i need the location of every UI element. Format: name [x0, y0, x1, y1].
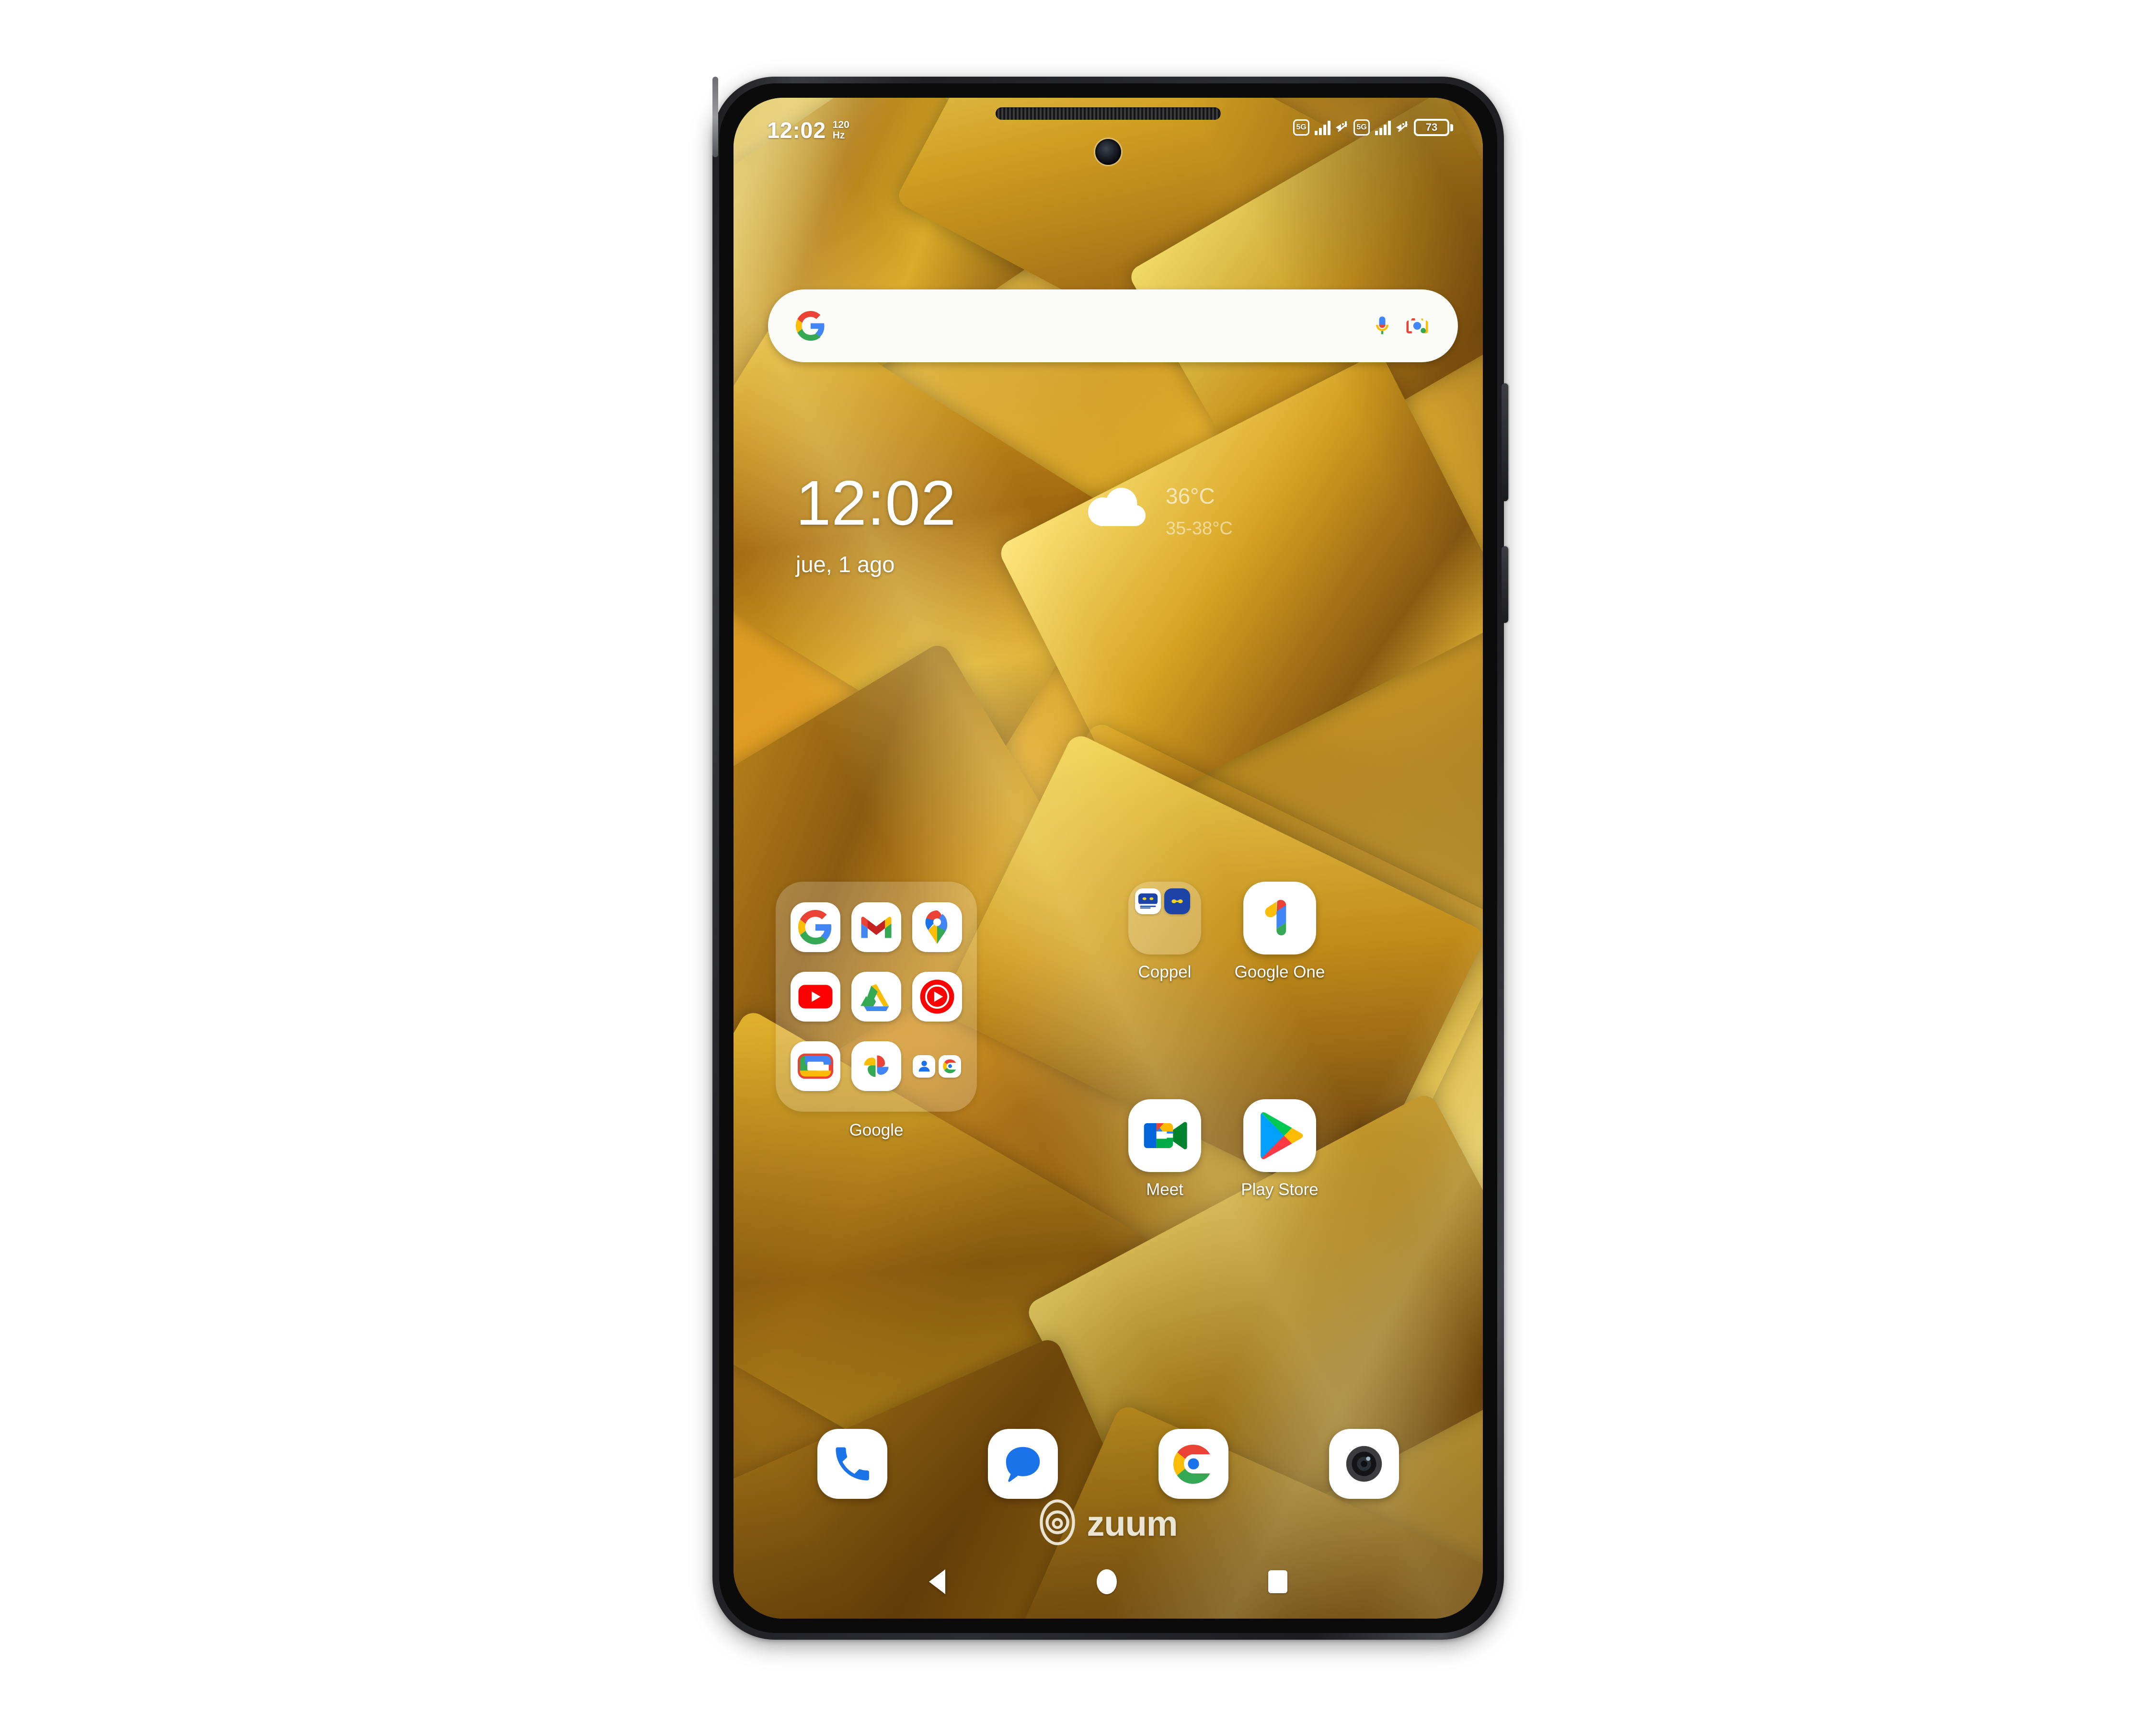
google-search-widget[interactable]: [768, 289, 1458, 362]
status-bar-right: 5G 5G 73: [1293, 119, 1453, 136]
navigation-bar: [734, 1555, 1483, 1608]
folder-overflow-row: [913, 1055, 962, 1078]
folder-coppel-label: Coppel: [1138, 963, 1192, 981]
search-input[interactable]: [835, 289, 1360, 362]
sim-5g-icon: 5G: [1293, 119, 1309, 136]
refresh-rate-unit: Hz: [832, 130, 845, 141]
google-one-icon[interactable]: [1243, 882, 1316, 954]
battery-icon: 73: [1414, 119, 1453, 136]
folder-app-gmail[interactable]: [851, 902, 901, 952]
google-g-icon: [796, 311, 826, 341]
phone-screen: 12:02 120 Hz 5G 5G 73 12:02 jue, 1 ago 3…: [734, 98, 1483, 1619]
refresh-rate-indicator: 120 Hz: [833, 119, 849, 141]
dock: [767, 1429, 1449, 1499]
app-google-one[interactable]: Google One: [1213, 882, 1347, 982]
weather-temps: 36°C 35-38°C: [1166, 478, 1233, 538]
folder-app-youtube[interactable]: [791, 971, 841, 1022]
clock-date: jue, 1 ago: [796, 552, 895, 577]
phone-device: 12:02 120 Hz 5G 5G 73 12:02 jue, 1 ago 3…: [712, 77, 1508, 1640]
app-label-google-one: Google One: [1234, 963, 1325, 981]
play-store-icon[interactable]: [1243, 1099, 1316, 1172]
app-label-meet: Meet: [1146, 1180, 1183, 1199]
clock-block[interactable]: 12:02 jue, 1 ago: [796, 472, 1083, 577]
refresh-rate-value: 120: [832, 119, 849, 130]
clock-weather-widget[interactable]: 12:02 jue, 1 ago 36°C 35-38°C: [796, 472, 1399, 596]
folder-app-coppel[interactable]: [1135, 888, 1161, 914]
power-button[interactable]: [1502, 546, 1508, 623]
camera-icon[interactable]: [1329, 1429, 1399, 1499]
sim2-label: 5G: [1356, 123, 1367, 131]
status-bar-left: 12:02 120 Hz: [767, 119, 849, 141]
folder-app-drive[interactable]: [851, 971, 901, 1022]
volume-rocker-button[interactable]: [1502, 383, 1508, 501]
folder-coppel[interactable]: [1128, 882, 1201, 954]
battery-percent: 73: [1425, 121, 1438, 133]
zuum-eye-logo-icon: [1039, 1499, 1076, 1548]
mute-icon-2: [1396, 120, 1409, 135]
recents-button[interactable]: [1268, 1570, 1287, 1593]
phone-bezel: 12:02 120 Hz 5G 5G 73 12:02 jue, 1 ago 3…: [719, 83, 1497, 1633]
brand-bar: zuum: [734, 1499, 1483, 1548]
google-meet-icon[interactable]: [1128, 1099, 1201, 1172]
home-button[interactable]: [1097, 1569, 1117, 1594]
cloud-icon: [1083, 478, 1155, 531]
app-label-play-store: Play Store: [1241, 1180, 1319, 1199]
clock-time: 12:02: [796, 468, 957, 538]
folder-app-maps[interactable]: [912, 902, 962, 952]
folder-app-youtube-music[interactable]: [912, 971, 962, 1022]
weather-temperature: 36°C: [1166, 483, 1215, 508]
weather-block[interactable]: 36°C 35-38°C: [1083, 472, 1233, 538]
folder-app-photos[interactable]: [851, 1041, 901, 1092]
front-camera: [1095, 139, 1121, 165]
folder-app-chrome[interactable]: [939, 1055, 962, 1078]
app-meet[interactable]: Meet: [1098, 1099, 1232, 1199]
folder-google-label: Google: [849, 1121, 904, 1139]
signal-bars-icon-2: [1375, 120, 1391, 135]
folder-app-google-tv[interactable]: [791, 1041, 841, 1092]
phone-icon[interactable]: [817, 1429, 887, 1499]
microphone-icon[interactable]: [1370, 313, 1395, 338]
sim1-label: 5G: [1296, 123, 1307, 131]
brand-name: zuum: [1087, 1504, 1178, 1543]
folder-google[interactable]: [776, 882, 977, 1112]
sim-tray[interactable]: [712, 77, 718, 157]
status-bar-clock: 12:02: [767, 117, 826, 143]
earpiece-speaker: [996, 107, 1221, 120]
folder-app-bancoppel[interactable]: [1164, 888, 1190, 914]
folder-google-preview-grid: [776, 882, 977, 1112]
app-play-store[interactable]: Play Store: [1213, 1099, 1347, 1199]
weather-temperature-range: 35-38°C: [1166, 518, 1233, 539]
messages-icon[interactable]: [988, 1429, 1058, 1499]
sim-5g-icon-2: 5G: [1353, 119, 1370, 136]
folder-app-contacts[interactable]: [913, 1055, 936, 1078]
mute-icon: [1336, 120, 1348, 135]
signal-bars-icon: [1315, 120, 1330, 135]
back-button[interactable]: [929, 1569, 945, 1594]
folder-app-google[interactable]: [791, 902, 841, 952]
chrome-icon[interactable]: [1158, 1429, 1228, 1499]
google-lens-icon[interactable]: [1404, 313, 1430, 339]
